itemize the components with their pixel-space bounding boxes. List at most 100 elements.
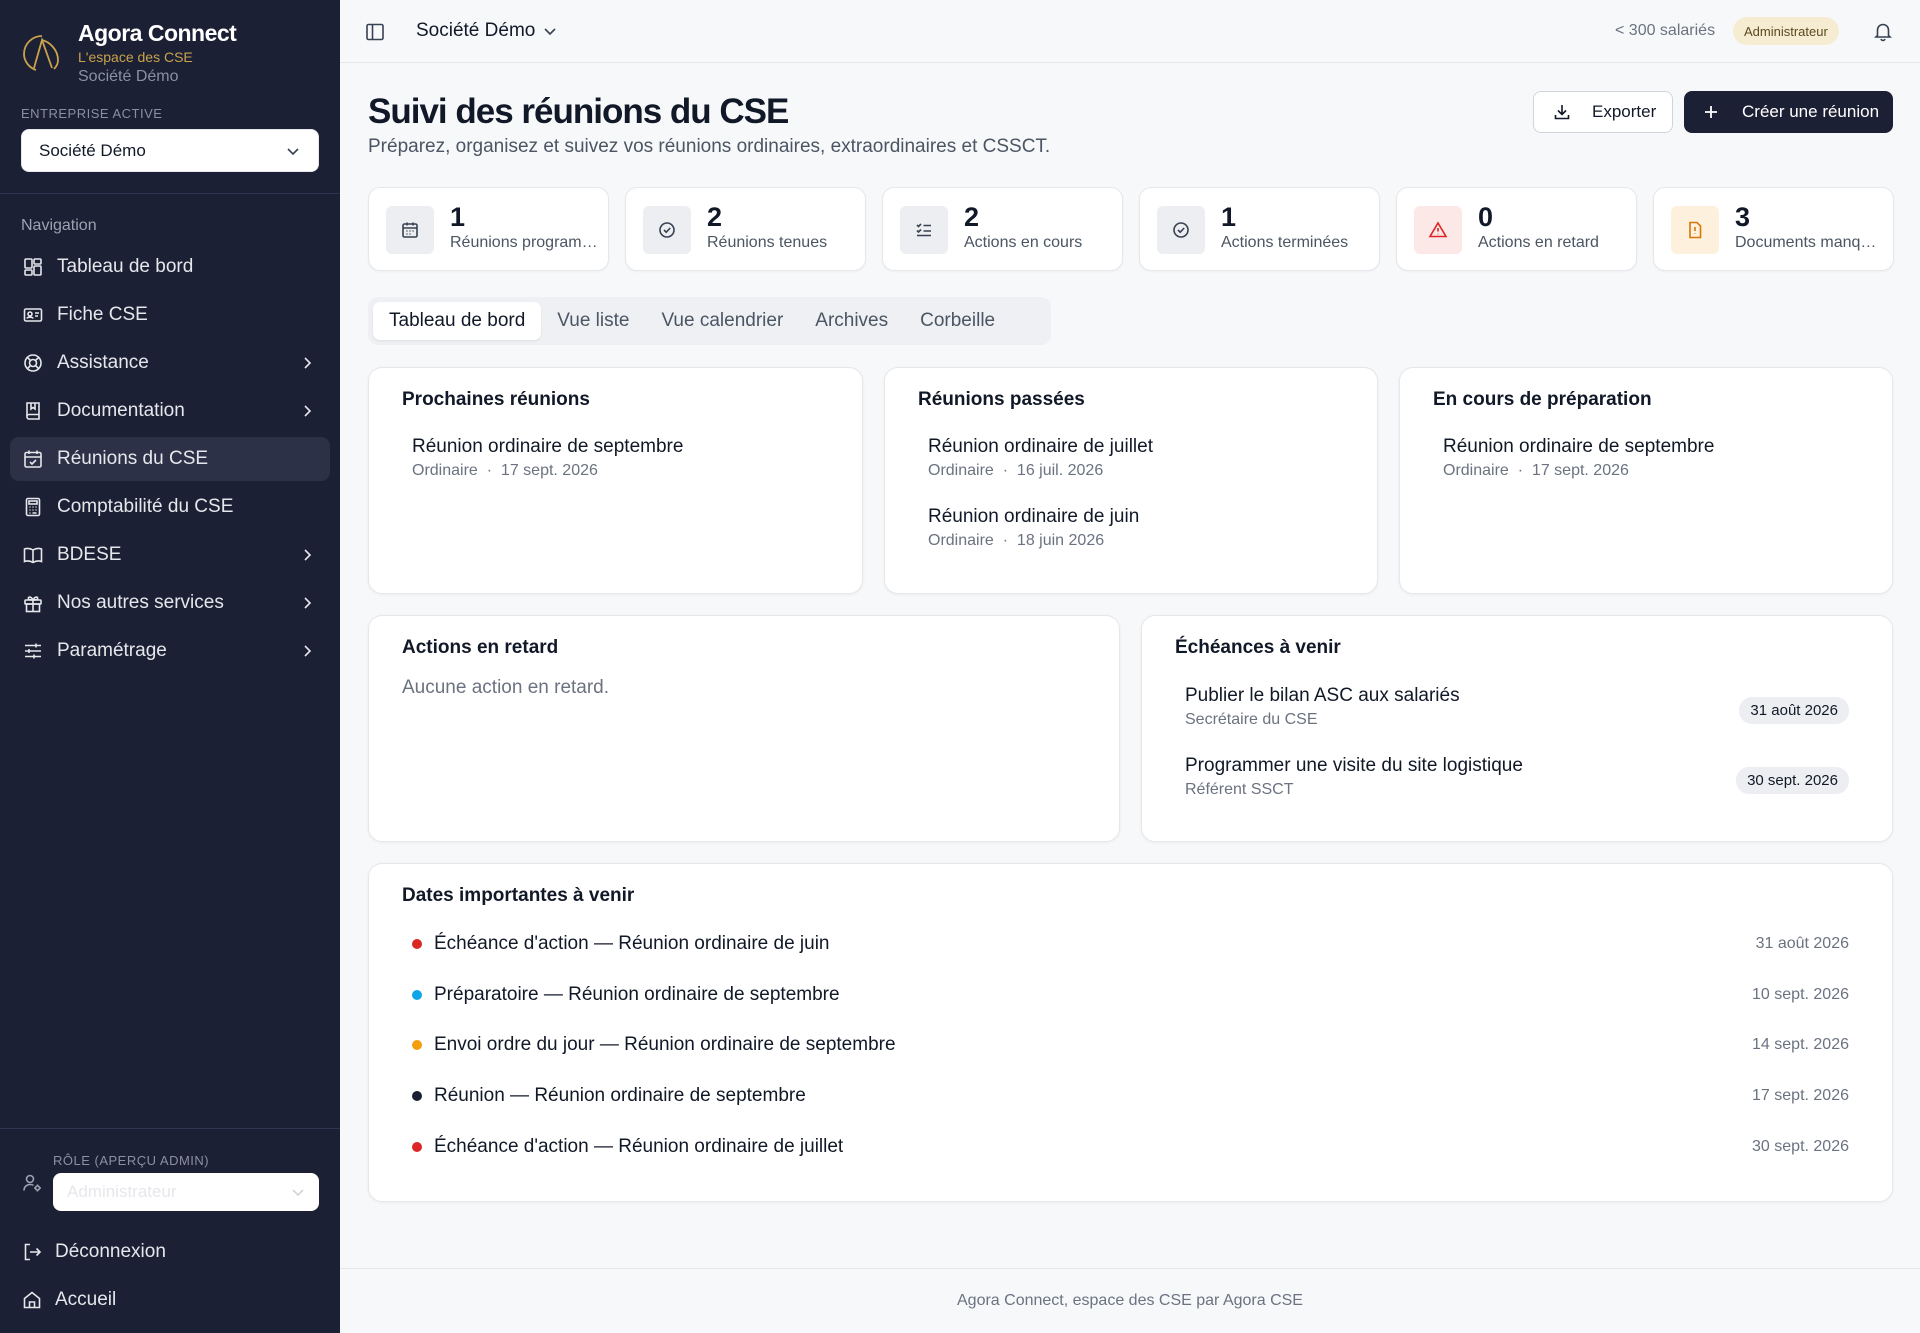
empty-state: Aucune action en retard.	[402, 677, 610, 698]
chevron-right-icon	[304, 597, 312, 609]
kpi-value: 2	[964, 202, 980, 232]
company-switcher-label: Société Démo	[416, 20, 536, 41]
create-meeting-button[interactable]: Créer une réunion	[1684, 91, 1893, 133]
tab-dashboard[interactable]: Tableau de bord	[373, 302, 542, 340]
meeting-type: Ordinaire	[412, 462, 478, 479]
sidebar-item-autres-services[interactable]: Nos autres services	[10, 581, 330, 625]
chevron-right-icon	[304, 549, 312, 561]
create-meeting-label: Créer une réunion	[1742, 102, 1880, 121]
alert-file-icon	[1689, 221, 1702, 239]
enterprise-label: ENTREPRISE ACTIVE	[21, 106, 163, 121]
card-title: En cours de préparation	[1433, 389, 1652, 410]
kpi-card-actions-done: 1 Actions terminées	[1139, 187, 1380, 271]
brand[interactable]: Agora Connect L'espace des CSE Société D…	[20, 20, 237, 86]
kpi-card-held: 2 Réunions tenues	[625, 187, 866, 271]
enterprise-select[interactable]: Société Démo	[21, 129, 319, 172]
download-icon	[1554, 105, 1570, 120]
role-select[interactable]: Administrateur	[53, 1173, 319, 1211]
tab-calendar[interactable]: Vue calendrier	[645, 302, 799, 340]
tab-archives[interactable]: Archives	[799, 302, 904, 340]
logout-link[interactable]: Déconnexion	[21, 1241, 166, 1263]
card-title: Réunions passées	[918, 389, 1085, 410]
meeting-date: 17 sept. 2026	[1531, 462, 1629, 479]
deadline-item[interactable]: Programmer une visite du site logistique…	[1185, 755, 1849, 799]
deadline-item[interactable]: Publier le bilan ASC aux salariés Secrét…	[1185, 685, 1849, 729]
enterprise-select-value: Société Démo	[39, 140, 146, 160]
meeting-meta: Ordinaire · 16 juil. 2026	[928, 462, 1104, 479]
sidebar-item-bdese[interactable]: BDESE	[10, 533, 330, 577]
id-card-icon	[23, 308, 43, 322]
deadline-date-badge: 31 août 2026	[1739, 697, 1849, 724]
important-date-item[interactable]: Réunion — Réunion ordinaire de septembre…	[412, 1083, 1849, 1109]
brand-tagline: L'espace des CSE	[78, 49, 193, 65]
company-switcher[interactable]: Société Démo	[416, 20, 557, 42]
sidebar-item-comptabilite[interactable]: Comptabilité du CSE	[10, 485, 330, 529]
meeting-item[interactable]: Réunion ordinaire de septembre Ordinaire…	[1443, 436, 1714, 480]
kpi-value: 1	[1221, 202, 1237, 232]
meeting-title: Réunion ordinaire de juillet	[928, 436, 1153, 457]
meeting-title: Réunion ordinaire de juin	[928, 506, 1140, 527]
tab-list[interactable]: Vue liste	[541, 302, 645, 340]
checklist-icon	[916, 223, 931, 237]
kpi-label: Réunions programmées	[450, 234, 600, 251]
important-date-item[interactable]: Échéance d'action — Réunion ordinaire de…	[412, 931, 1849, 957]
late-actions-card: Actions en retard Aucune action en retar…	[368, 615, 1120, 842]
kpi-value: 2	[707, 202, 723, 232]
dashboard-icon	[24, 258, 42, 276]
kpi-card-missing-docs: 3 Documents manquants	[1653, 187, 1894, 271]
important-date-value: 30 sept. 2026	[1752, 1137, 1849, 1155]
card-title: Prochaines réunions	[402, 389, 590, 410]
upcoming-meetings-card: Prochaines réunions Réunion ordinaire de…	[368, 367, 863, 594]
meeting-item[interactable]: Réunion ordinaire de septembre Ordinaire…	[412, 436, 683, 480]
sidebar-item-label: Réunions du CSE	[57, 448, 209, 469]
sidebar: Agora Connect L'espace des CSE Société D…	[0, 0, 340, 1333]
important-date-label: Réunion — Réunion ordinaire de septembre	[434, 1085, 806, 1107]
book-icon	[26, 402, 40, 420]
role-badge: Administrateur	[1733, 17, 1839, 45]
sidebar-item-parametrage[interactable]: Paramétrage	[10, 629, 330, 673]
calculator-icon	[25, 497, 41, 517]
preparing-meetings-card: En cours de préparation Réunion ordinair…	[1399, 367, 1893, 594]
chevron-down-icon	[292, 1189, 304, 1197]
meeting-item[interactable]: Réunion ordinaire de juillet Ordinaire ·…	[928, 436, 1153, 480]
sidebar-item-fiche-cse[interactable]: Fiche CSE	[10, 293, 330, 337]
kpi-label: Actions en retard	[1478, 234, 1599, 251]
deadlines-card: Échéances à venir Publier le bilan ASC a…	[1141, 615, 1893, 842]
sidebar-item-dashboard[interactable]: Tableau de bord	[10, 245, 330, 289]
sidebar-item-label: Documentation	[57, 400, 185, 421]
past-meetings-card: Réunions passées Réunion ordinaire de ju…	[884, 367, 1378, 594]
meeting-item[interactable]: Réunion ordinaire de juin Ordinaire · 18…	[928, 506, 1139, 550]
sidebar-item-reunions[interactable]: Réunions du CSE	[10, 437, 330, 481]
kpi-value: 3	[1735, 202, 1751, 232]
kpi-label: Actions en cours	[964, 234, 1083, 251]
tab-trash[interactable]: Corbeille	[904, 302, 1011, 340]
role-label: RÔLE (APERÇU ADMIN)	[53, 1153, 210, 1168]
meeting-meta: Ordinaire · 17 sept. 2026	[1443, 462, 1629, 479]
export-label: Exporter	[1592, 102, 1657, 121]
card-title: Échéances à venir	[1175, 637, 1341, 658]
sidebar-toggle-icon[interactable]	[364, 21, 386, 43]
important-date-item[interactable]: Échéance d'action — Réunion ordinaire de…	[412, 1134, 1849, 1160]
important-date-value: 14 sept. 2026	[1752, 1036, 1849, 1054]
important-date-item[interactable]: Préparatoire — Réunion ordinaire de sept…	[412, 982, 1849, 1008]
status-dot	[412, 1141, 422, 1152]
important-date-item[interactable]: Envoi ordre du jour — Réunion ordinaire …	[412, 1032, 1849, 1058]
sliders-icon	[25, 643, 41, 659]
meeting-date: 16 juil. 2026	[1016, 462, 1104, 479]
brand-title: Agora Connect	[78, 20, 237, 46]
export-button[interactable]: Exporter	[1533, 91, 1673, 133]
sidebar-item-documentation[interactable]: Documentation	[10, 389, 330, 433]
meeting-title: Réunion ordinaire de septembre	[1443, 436, 1715, 457]
important-date-label: Échéance d'action — Réunion ordinaire de…	[434, 933, 830, 954]
home-link[interactable]: Accueil	[21, 1289, 116, 1311]
card-title: Actions en retard	[402, 637, 559, 658]
meeting-type: Ordinaire	[928, 532, 994, 549]
important-date-value: 17 sept. 2026	[1752, 1087, 1849, 1105]
chevron-right-icon	[304, 405, 312, 417]
bell-icon[interactable]	[1872, 20, 1894, 42]
sidebar-item-assistance[interactable]: Assistance	[10, 341, 330, 385]
role-select-value: Administrateur	[67, 1182, 177, 1201]
nav-label: Navigation	[21, 217, 97, 234]
important-date-label: Échéance d'action — Réunion ordinaire de…	[434, 1135, 844, 1157]
kpi-card-actions-in-progress: 2 Actions en cours	[882, 187, 1123, 271]
